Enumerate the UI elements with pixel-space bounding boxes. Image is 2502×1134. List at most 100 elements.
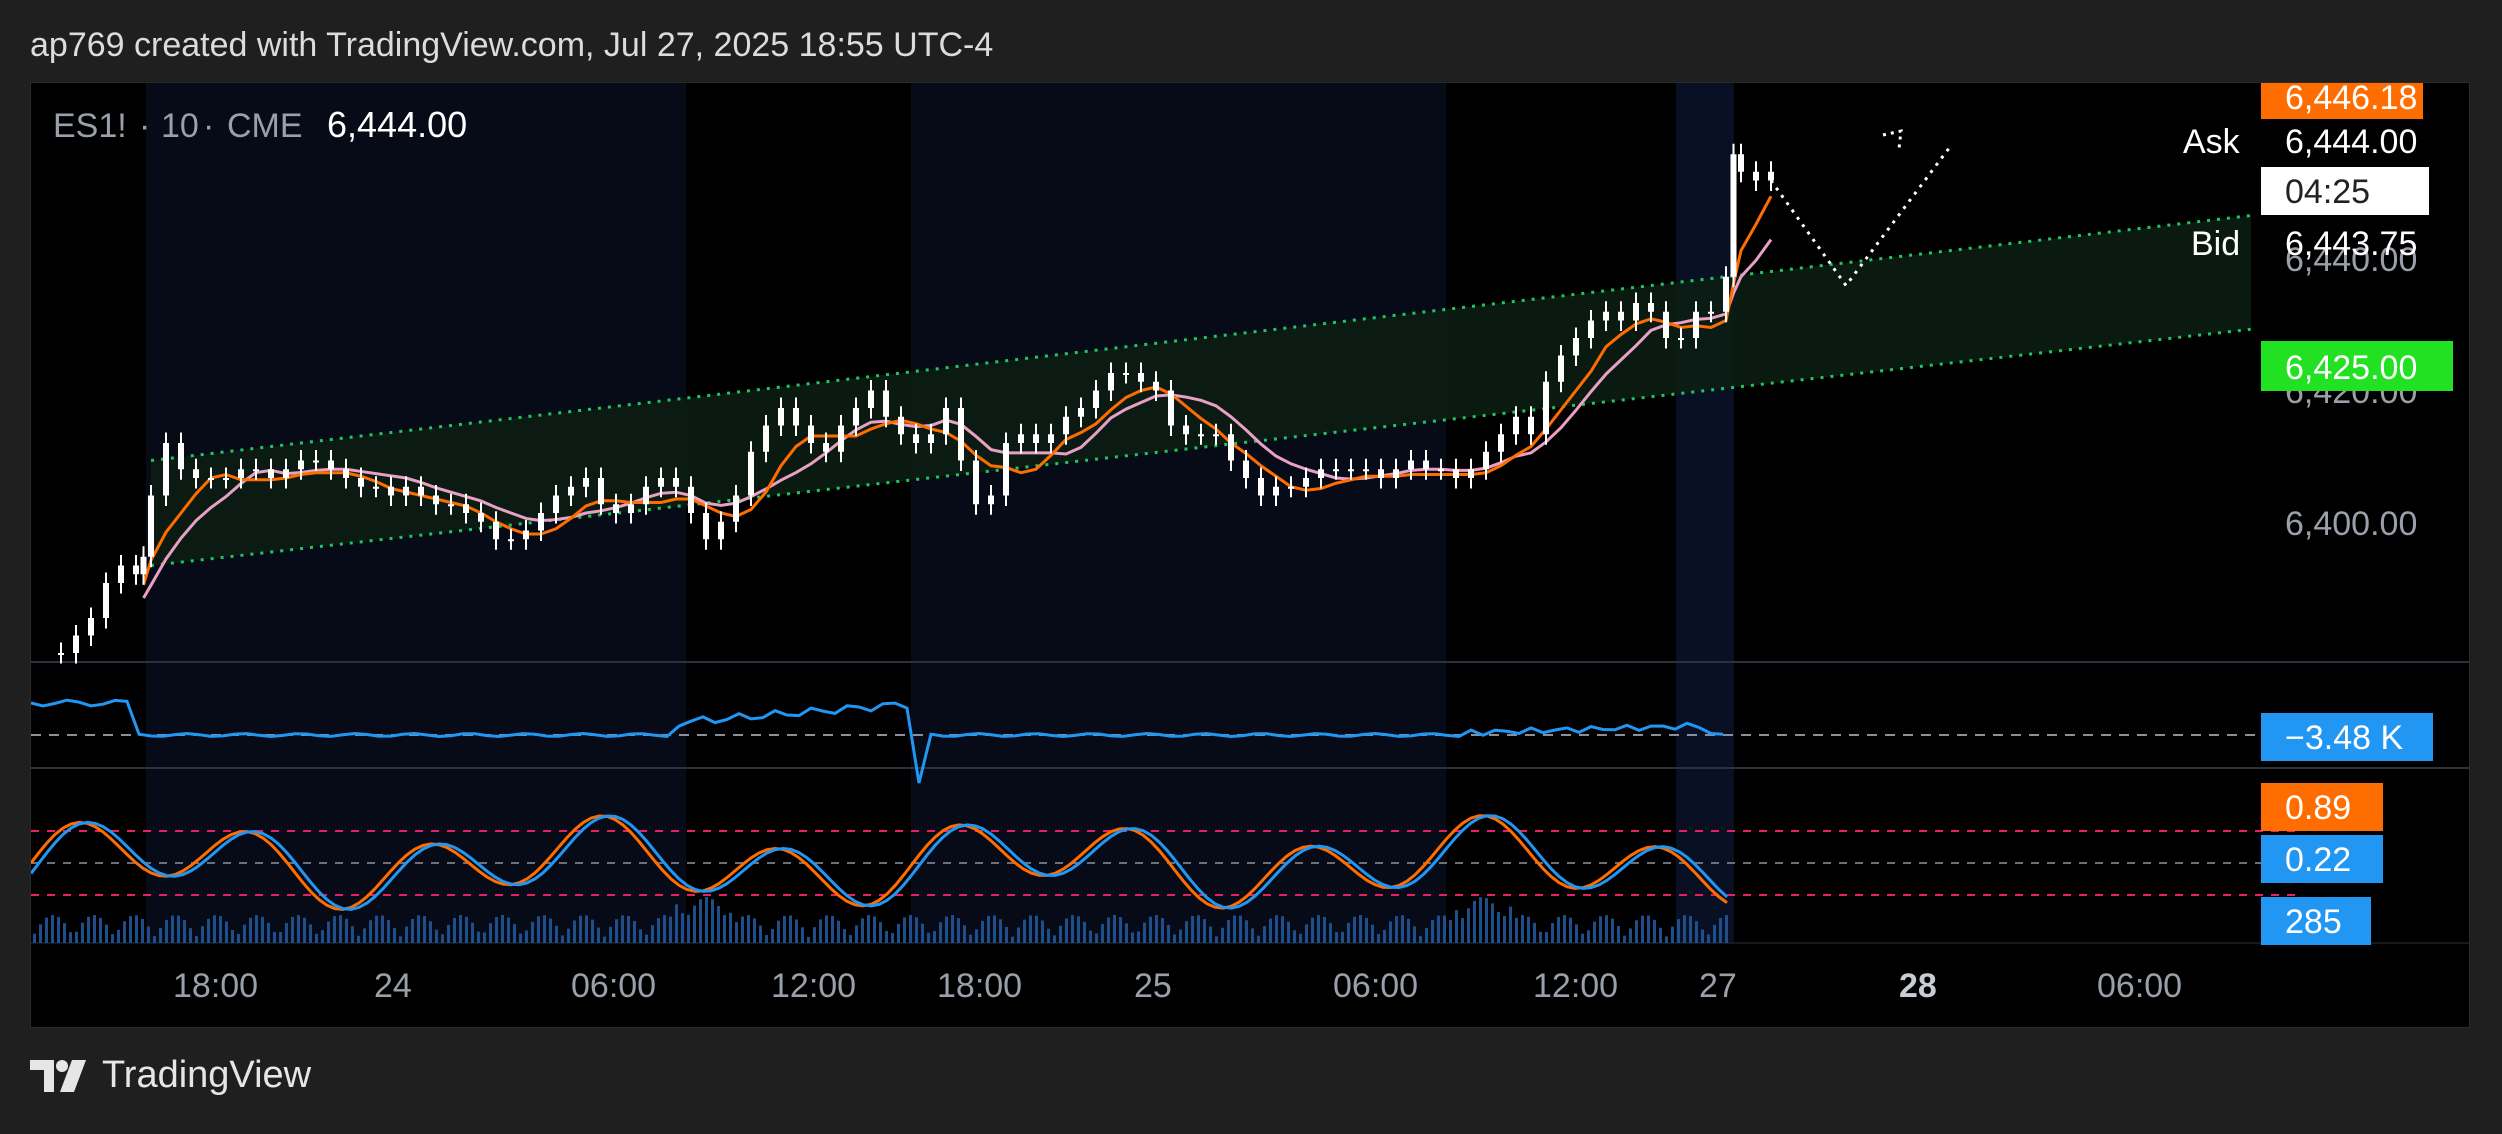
candle-body bbox=[1468, 469, 1474, 478]
volume-bar bbox=[885, 930, 888, 943]
volume-bar bbox=[1467, 908, 1470, 943]
candle-body bbox=[718, 521, 724, 540]
candle-body bbox=[1453, 469, 1459, 478]
footer-brand[interactable]: TradingView bbox=[30, 1054, 311, 1097]
candle-body bbox=[1738, 154, 1744, 172]
chart-area[interactable]: ES1! · 10 · CME 6,444.00 6,440.00 6,420.… bbox=[30, 82, 2470, 1028]
volume-bar bbox=[201, 926, 204, 943]
volume-bar bbox=[963, 925, 966, 943]
volume-bar bbox=[1233, 915, 1236, 943]
volume-bar bbox=[951, 915, 954, 943]
volume-bar bbox=[531, 921, 534, 943]
candle-body bbox=[568, 486, 574, 496]
volume-bar bbox=[261, 916, 264, 943]
volume-bar bbox=[411, 919, 414, 943]
volume-bar bbox=[1035, 915, 1038, 943]
candle-body bbox=[898, 416, 904, 435]
volume-bar bbox=[117, 929, 120, 943]
volume-bar bbox=[129, 916, 132, 943]
volume-bar bbox=[591, 919, 594, 943]
volume-bar bbox=[879, 922, 882, 943]
volume-bar bbox=[339, 915, 342, 943]
volume-bar bbox=[1497, 911, 1500, 943]
volume-bar bbox=[333, 916, 336, 943]
volume-bar bbox=[789, 915, 792, 943]
stoch-d-text: 0.22 bbox=[2285, 841, 2351, 879]
candle-body bbox=[1348, 469, 1354, 472]
volume-bar bbox=[1065, 918, 1068, 943]
candle-body bbox=[1063, 416, 1069, 435]
volume-bar bbox=[1395, 916, 1398, 943]
volume-bar bbox=[873, 916, 876, 943]
volume-bar bbox=[1431, 920, 1434, 943]
volume-bar bbox=[1245, 920, 1248, 943]
volume-bar bbox=[1317, 915, 1320, 943]
volume-bar bbox=[1515, 917, 1518, 943]
candle-body bbox=[523, 530, 529, 540]
symbol-ticker[interactable]: ES1! bbox=[53, 107, 127, 145]
volume-bar bbox=[777, 920, 780, 943]
candle-body bbox=[1048, 434, 1054, 443]
volume-bar bbox=[429, 921, 432, 943]
candle-body bbox=[688, 486, 694, 513]
volume-bar bbox=[123, 921, 126, 943]
volume-bar bbox=[1101, 924, 1104, 943]
candle-body bbox=[1258, 478, 1264, 496]
volume-bar bbox=[1623, 935, 1626, 943]
volume-bar bbox=[1383, 929, 1386, 943]
volume-bar bbox=[1683, 915, 1686, 943]
volume-bar bbox=[615, 919, 618, 943]
chart-svg[interactable]: ES1! · 10 · CME 6,444.00 6,440.00 6,420.… bbox=[31, 83, 2470, 1028]
candle-body bbox=[1603, 311, 1609, 321]
candle-body bbox=[1363, 469, 1369, 472]
volume-bar bbox=[849, 934, 852, 943]
volume-bar bbox=[1665, 936, 1668, 943]
volume-bar bbox=[1521, 915, 1524, 943]
volume-bar bbox=[501, 915, 504, 943]
volume-bar bbox=[819, 919, 822, 943]
volume-bar bbox=[1533, 922, 1536, 943]
volume-bar bbox=[381, 915, 384, 943]
volume-bar bbox=[987, 915, 990, 943]
volume-bar bbox=[225, 921, 228, 943]
volume-bar bbox=[471, 922, 474, 943]
volume-bar bbox=[861, 918, 864, 943]
time-tick-label: 12:00 bbox=[771, 967, 856, 1005]
volume-bar bbox=[195, 935, 198, 943]
volume-bar bbox=[351, 926, 354, 943]
volume-bar bbox=[177, 915, 180, 943]
volume-bar bbox=[51, 915, 54, 943]
volume-bar bbox=[1005, 926, 1008, 943]
candle-body bbox=[658, 478, 664, 487]
candle-body bbox=[643, 486, 649, 505]
candle-body bbox=[73, 635, 79, 653]
candle-body bbox=[853, 408, 859, 426]
time-axis[interactable]: 18:00 24 06:00 12:00 18:00 25 06:00 12:00 27 28 06… bbox=[173, 967, 2182, 1005]
candle-body bbox=[118, 565, 124, 583]
volume-bar bbox=[975, 929, 978, 943]
candle-body bbox=[1318, 469, 1324, 478]
candle-body bbox=[1543, 381, 1549, 435]
price-tick-6400: 6,400.00 bbox=[2285, 505, 2417, 543]
top-price-tag-text: 6,446.18 bbox=[2285, 83, 2417, 117]
symbol-interval[interactable]: 10 bbox=[161, 107, 199, 145]
volume-bar bbox=[555, 925, 558, 943]
candle-body bbox=[1498, 434, 1504, 452]
candle-body bbox=[1153, 381, 1159, 391]
candle-body bbox=[748, 451, 754, 496]
volume-bar bbox=[1113, 915, 1116, 943]
volume-bar bbox=[297, 915, 300, 943]
volume-bar bbox=[927, 932, 930, 943]
candle-body bbox=[1123, 373, 1129, 375]
bid-value: 6,443.75 bbox=[2285, 225, 2417, 263]
volume-bar bbox=[1359, 915, 1362, 943]
time-tick-label: 06:00 bbox=[571, 967, 656, 1005]
volume-bar bbox=[645, 934, 648, 943]
volume-bar bbox=[1641, 915, 1644, 943]
candle-body bbox=[628, 504, 634, 513]
candle-body bbox=[1528, 416, 1534, 435]
tradingview-logo-icon bbox=[30, 1059, 86, 1092]
candle-body bbox=[823, 443, 829, 452]
volume-bar bbox=[1635, 920, 1638, 943]
volume-bar bbox=[1479, 897, 1482, 943]
